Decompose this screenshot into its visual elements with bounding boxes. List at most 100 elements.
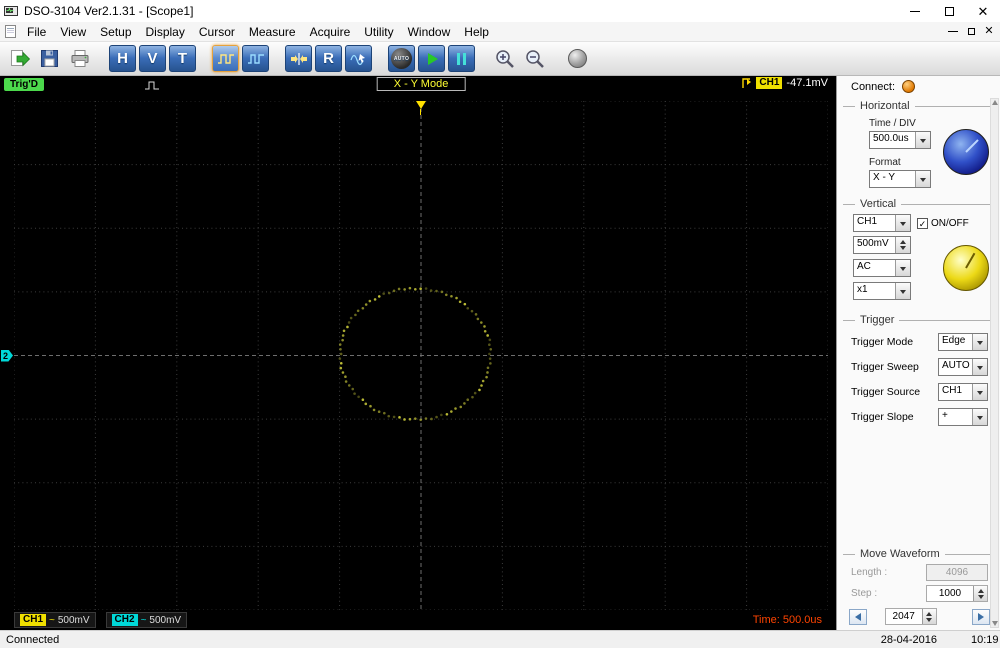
cursor-measure-button[interactable] xyxy=(345,45,372,72)
run-button[interactable] xyxy=(418,45,445,72)
r-label: R xyxy=(323,50,334,67)
menu-file[interactable]: File xyxy=(20,23,53,41)
minimize-icon xyxy=(910,10,920,12)
chevron-down-icon[interactable] xyxy=(895,215,910,231)
trigger-source-badge: CH1 xyxy=(756,77,783,89)
close-button[interactable]: ✕ xyxy=(966,0,1000,22)
open-button[interactable] xyxy=(6,45,33,72)
spinner-icon[interactable] xyxy=(973,586,987,601)
sphere-icon xyxy=(568,49,587,68)
scrollbar-up-icon[interactable] xyxy=(992,100,998,105)
move-waveform-section: Move Waveform Length : 4096 Step : 1000 … xyxy=(837,543,1000,628)
xy-mode-label: X - Y Mode xyxy=(376,77,466,91)
vertical-panel-button[interactable]: V xyxy=(139,45,166,72)
pause-button[interactable] xyxy=(448,45,475,72)
menu-help[interactable]: Help xyxy=(457,23,496,41)
menu-view[interactable]: View xyxy=(53,23,93,41)
knob-pointer xyxy=(964,252,975,269)
channel-select[interactable]: CH1 xyxy=(853,214,911,232)
ch1-onoff-checkbox[interactable] xyxy=(917,217,928,229)
menu-display[interactable]: Display xyxy=(139,23,192,41)
auto-scale-button[interactable]: AUTO xyxy=(388,45,415,72)
format-value: X - Y xyxy=(873,172,896,183)
knob-pointer xyxy=(964,138,979,153)
auto-label: AUTO xyxy=(393,55,410,62)
horizontal-knob[interactable] xyxy=(942,128,989,175)
horizontal-panel-button[interactable]: H xyxy=(109,45,136,72)
minimize-button[interactable] xyxy=(898,0,932,22)
vertical-knob[interactable] xyxy=(942,245,989,291)
chevron-down-icon[interactable] xyxy=(972,384,987,400)
spinner-icon[interactable] xyxy=(921,609,936,624)
probe-select[interactable]: x1 xyxy=(853,282,911,300)
ch2-badge: CH2 xyxy=(111,614,138,626)
scroll-right-button[interactable] xyxy=(971,608,990,625)
chevron-down-icon[interactable] xyxy=(895,283,910,299)
horizontal-section-title: Horizontal xyxy=(843,100,994,112)
format-select[interactable]: X - Y xyxy=(869,170,931,188)
status-datetime: 28-04-2016 10:19 xyxy=(881,634,1000,646)
trigger-panel-button[interactable]: T xyxy=(169,45,196,72)
trigger-mode-select[interactable]: Edge xyxy=(938,333,988,351)
length-label: Length : xyxy=(851,567,888,578)
position-input[interactable]: 2047 xyxy=(884,608,937,625)
volts-div-select[interactable]: 500mV xyxy=(853,236,911,254)
window-title: DSO-3104 Ver2.1.31 - [Scope1] xyxy=(24,4,194,18)
mdi-minimize-button[interactable] xyxy=(944,24,962,40)
ch1-badge: CH1 xyxy=(20,614,47,626)
scroll-left-button[interactable] xyxy=(849,608,867,625)
chevron-down-icon[interactable] xyxy=(972,409,987,425)
scrollbar-down-icon[interactable] xyxy=(992,621,998,626)
open-page-arrow-icon xyxy=(10,49,30,66)
mdi-close-button[interactable]: ✕ xyxy=(980,24,998,40)
menu-measure[interactable]: Measure xyxy=(242,23,303,41)
spinner-icon[interactable] xyxy=(895,237,910,253)
title-bar: DSO-3104 Ver2.1.31 - [Scope1] ✕ xyxy=(0,0,1000,22)
menu-acquire[interactable]: Acquire xyxy=(303,23,358,41)
self-cal-button[interactable] xyxy=(564,45,591,72)
trigger-level-readout: CH1 -47.1mV xyxy=(742,77,828,89)
menu-bar: File View Setup Display Cursor Measure A… xyxy=(0,22,1000,42)
chevron-down-icon[interactable] xyxy=(972,359,987,375)
step-input[interactable]: 1000 xyxy=(926,585,988,602)
chevron-down-icon[interactable] xyxy=(915,171,930,187)
trigger-slope-label: Trigger Slope xyxy=(851,411,914,423)
trigger-section-title: Trigger xyxy=(843,314,994,326)
zoom-out-icon xyxy=(525,49,544,68)
time-div-select[interactable]: 500.0us xyxy=(869,131,931,149)
floppy-icon xyxy=(41,50,58,67)
menu-setup[interactable]: Setup xyxy=(93,23,138,41)
trigger-slope-select[interactable]: + xyxy=(938,408,988,426)
ch2-coupling-icon: ~ xyxy=(140,614,147,626)
trigger-source-select[interactable]: CH1 xyxy=(938,383,988,401)
waveform-mode2-button[interactable] xyxy=(242,45,269,72)
step-value: 1000 xyxy=(938,588,962,599)
status-time: 10:19 xyxy=(971,633,998,646)
zoom-in-button[interactable] xyxy=(491,45,518,72)
menu-cursor[interactable]: Cursor xyxy=(192,23,242,41)
chevron-down-icon[interactable] xyxy=(895,260,910,276)
chevron-down-icon[interactable] xyxy=(915,132,930,148)
trigger-position-marker[interactable] xyxy=(416,101,426,109)
print-button[interactable] xyxy=(66,45,93,72)
ch2-level-marker[interactable]: 2 xyxy=(1,349,13,362)
menu-utility[interactable]: Utility xyxy=(357,23,400,41)
coupling-select[interactable]: AC xyxy=(853,259,911,277)
trigger-level-icon xyxy=(742,78,752,88)
save-button[interactable] xyxy=(36,45,63,72)
trigger-mode-label: Trigger Mode xyxy=(851,336,914,348)
t-label: T xyxy=(177,50,188,67)
autoset-button[interactable] xyxy=(285,45,312,72)
zoom-out-button[interactable] xyxy=(521,45,548,72)
trigger-sweep-select[interactable]: AUTO xyxy=(938,358,988,376)
channel1-readout[interactable]: CH1 ~ 500mV xyxy=(14,612,96,628)
chevron-down-icon[interactable] xyxy=(972,334,987,350)
refresh-button[interactable]: R xyxy=(315,45,342,72)
mdi-restore-button[interactable] xyxy=(962,24,980,40)
channel2-readout[interactable]: CH2 ~ 500mV xyxy=(105,612,188,628)
connect-indicator[interactable] xyxy=(902,80,916,93)
menu-window[interactable]: Window xyxy=(401,23,458,41)
waveform-mode-button[interactable] xyxy=(212,45,239,72)
maximize-button[interactable] xyxy=(932,0,966,22)
panel-scrollbar[interactable] xyxy=(990,98,999,628)
